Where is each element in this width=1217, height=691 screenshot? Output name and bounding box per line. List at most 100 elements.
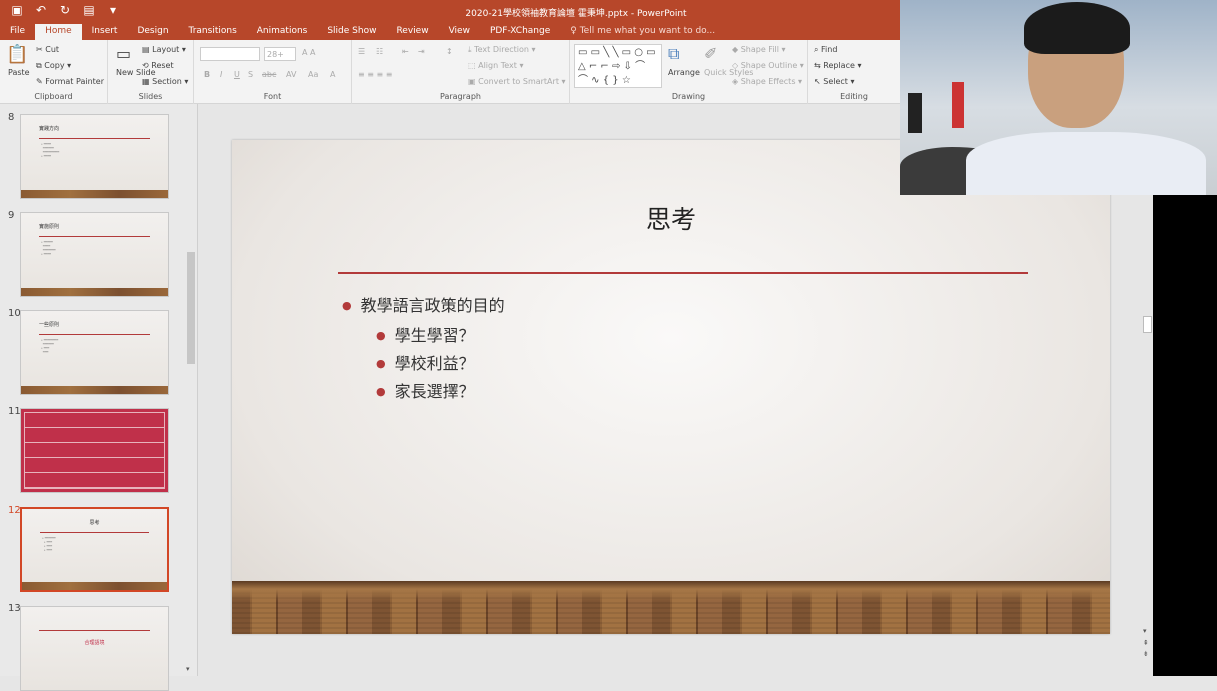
bullet-level2[interactable]: ● 學生學習？ xyxy=(376,322,475,346)
tell-me-search[interactable]: ♀ Tell me what you want to do... xyxy=(560,22,725,40)
slides-group-label: Slides xyxy=(138,92,163,101)
thumb-table xyxy=(24,412,165,489)
arrange-icon[interactable]: ⧉ xyxy=(668,44,679,64)
slide-title[interactable]: 思考 xyxy=(232,200,1110,236)
font-size-dropdown[interactable]: 28+ xyxy=(264,47,296,61)
select-button[interactable]: ↖ Select ▾ xyxy=(814,77,855,86)
thumb-rule xyxy=(39,334,150,335)
find-icon: ⌕ xyxy=(814,45,822,54)
text-direction-button[interactable]: ⤓ Text Direction ▾ xyxy=(468,45,536,55)
align-left-icon[interactable]: ≡ ≡ ≡ ≡ xyxy=(358,70,392,79)
shape-effects-button[interactable]: ◈ Shape Effects ▾ xyxy=(732,77,802,86)
quick-styles-icon[interactable]: ✐ xyxy=(704,44,717,63)
person-silhouette xyxy=(952,82,964,128)
layout-icon: ▤ xyxy=(142,45,153,54)
editor-scroll-thumb[interactable] xyxy=(1143,316,1152,333)
tab-review[interactable]: Review xyxy=(386,22,438,40)
copy-button[interactable]: ⧉ Copy ▾ xyxy=(36,61,71,71)
char-spacing-icon[interactable]: AV xyxy=(286,70,296,79)
tab-insert[interactable]: Insert xyxy=(82,22,128,40)
brush-icon: ✎ xyxy=(36,77,46,86)
arrange-button[interactable]: Arrange xyxy=(668,68,700,77)
slide-thumbnail-10[interactable]: 一些原則 • ━━━━━━━━ ━━━━━━ • ━━━ ━━━ xyxy=(20,310,169,395)
bold-icon[interactable]: B xyxy=(204,70,210,79)
section-icon: ▦ xyxy=(142,77,153,86)
presenter-hair xyxy=(1024,2,1130,54)
new-slide-icon[interactable]: ▭ xyxy=(116,44,131,63)
thumb-rule xyxy=(39,630,150,631)
thumb-title: 一些原則 xyxy=(39,322,60,328)
copy-label: Copy xyxy=(44,61,65,70)
align-text-button[interactable]: ⬚ Align Text ▾ xyxy=(468,61,523,70)
bullet-level2[interactable]: ● 學校利益？ xyxy=(376,350,475,374)
thumbnail-scrollbar[interactable] xyxy=(186,104,196,676)
paste-button[interactable]: Paste xyxy=(8,68,30,77)
replace-button[interactable]: ⇆ Replace ▾ xyxy=(814,61,861,70)
convert-smartart-button[interactable]: ▣ Convert to SmartArt ▾ xyxy=(468,77,566,86)
italic-icon[interactable]: I xyxy=(220,70,222,79)
reset-button[interactable]: ⟲ Reset xyxy=(142,61,174,70)
increase-font-icon[interactable]: A A xyxy=(302,48,316,57)
outline-icon: ◇ xyxy=(732,61,741,70)
tab-animations[interactable]: Animations xyxy=(247,22,318,40)
layout-button[interactable]: ▤ Layout ▾ xyxy=(142,45,186,54)
select-icon: ↖ xyxy=(814,77,824,86)
tab-pdf-xchange[interactable]: PDF-XChange xyxy=(480,22,560,40)
tab-transitions[interactable]: Transitions xyxy=(179,22,247,40)
font-color-icon[interactable]: A xyxy=(330,70,335,79)
bullet-level1[interactable]: ● 教學語言政策的目的 xyxy=(342,292,505,316)
decrease-indent-icon[interactable]: ⇤ xyxy=(402,47,409,56)
presenter-video-overlay xyxy=(900,0,1217,195)
find-button[interactable]: ⌕ Find xyxy=(814,45,837,55)
text-direction-label: Text Direction xyxy=(474,45,529,54)
group-font: 28+ A A B I U S abc AV Aa A Font xyxy=(194,40,352,104)
font-family-dropdown[interactable] xyxy=(200,47,260,61)
thumb-rule xyxy=(39,138,150,139)
shape-outline-label: Shape Outline xyxy=(740,61,798,70)
thumb-number: 8 xyxy=(8,112,15,123)
slide-thumbnail-11[interactable] xyxy=(20,408,169,493)
thumbnail-scroll-thumb[interactable] xyxy=(187,252,195,364)
slide-thumbnail-8[interactable]: 實踐方向 • ━━━━ ━━━━━━ ━━━━━━━━━ • ━━━━ xyxy=(20,114,169,199)
reset-icon: ⟲ xyxy=(142,61,152,70)
format-painter-button[interactable]: ✎ Format Painter xyxy=(36,77,104,86)
strikethrough-icon[interactable]: abc xyxy=(262,70,276,79)
next-slide-icon[interactable]: ⇟ xyxy=(1143,650,1149,658)
increase-indent-icon[interactable]: ⇥ xyxy=(418,47,425,56)
cut-button[interactable]: ✂ Cut xyxy=(36,45,59,54)
slide-thumbnail-12-selected[interactable]: 思考 • ━━━━━━ • ━━━ • ━━━ • ━━━ xyxy=(20,507,169,592)
group-editing: ⌕ Find ⇆ Replace ▾ ↖ Select ▾ Editing xyxy=(808,40,900,104)
slide-thumbnail-9[interactable]: 實施原則 • ━━━━━ ━━━━ ━━━━━━━ • ━━━━ xyxy=(20,212,169,297)
shadow-icon[interactable]: S xyxy=(248,70,253,79)
find-label: Find xyxy=(821,45,838,54)
tab-file[interactable]: File xyxy=(0,22,35,40)
shape-fill-button[interactable]: ◆ Shape Fill ▾ xyxy=(732,45,786,54)
bullets-icon[interactable]: ☰ xyxy=(358,47,365,56)
numbering-icon[interactable]: ☷ xyxy=(376,47,383,56)
scroll-down-icon[interactable]: ▾ xyxy=(1143,627,1147,635)
bullet-dot: ● xyxy=(376,357,386,370)
line-spacing-icon[interactable]: ↕ xyxy=(446,47,453,56)
tab-slide-show[interactable]: Slide Show xyxy=(317,22,386,40)
paste-icon[interactable]: 📋 xyxy=(6,44,28,65)
slide-thumbnail-13[interactable]: 合理語境 xyxy=(20,606,169,691)
bullet-text: 教學語言政策的目的 xyxy=(360,296,505,315)
font-group-label: Font xyxy=(263,92,282,101)
shapes-gallery[interactable]: ▭ ▭ ╲ ╲ ▭ ○ ▭ △ ⌐ ⌐ ⇨ ⇩ ⌒ ⌒ ∿ { } ☆ xyxy=(574,44,662,88)
tab-home[interactable]: Home xyxy=(35,24,82,40)
current-slide[interactable]: 思考 ● 教學語言政策的目的 ● 學生學習？ ● 學校利益？ ● 家長選擇？ xyxy=(232,140,1110,634)
change-case-icon[interactable]: Aa xyxy=(308,70,318,79)
underline-icon[interactable]: U xyxy=(234,70,240,79)
scissors-icon: ✂ xyxy=(36,45,46,54)
shape-outline-button[interactable]: ◇ Shape Outline ▾ xyxy=(732,61,804,70)
tab-design[interactable]: Design xyxy=(127,22,178,40)
thumbnail-scroll-down-icon[interactable]: ▾ xyxy=(186,665,190,673)
thumb-number: 12 xyxy=(8,505,21,516)
thumb-number: 11 xyxy=(8,406,21,417)
bullet-dot: ● xyxy=(342,299,352,312)
previous-slide-icon[interactable]: ⇞ xyxy=(1143,639,1149,647)
bullet-level2[interactable]: ● 家長選擇？ xyxy=(376,378,475,402)
section-button[interactable]: ▦ Section ▾ xyxy=(142,77,188,86)
wood-floor-shade xyxy=(232,581,1110,634)
tab-view[interactable]: View xyxy=(439,22,480,40)
